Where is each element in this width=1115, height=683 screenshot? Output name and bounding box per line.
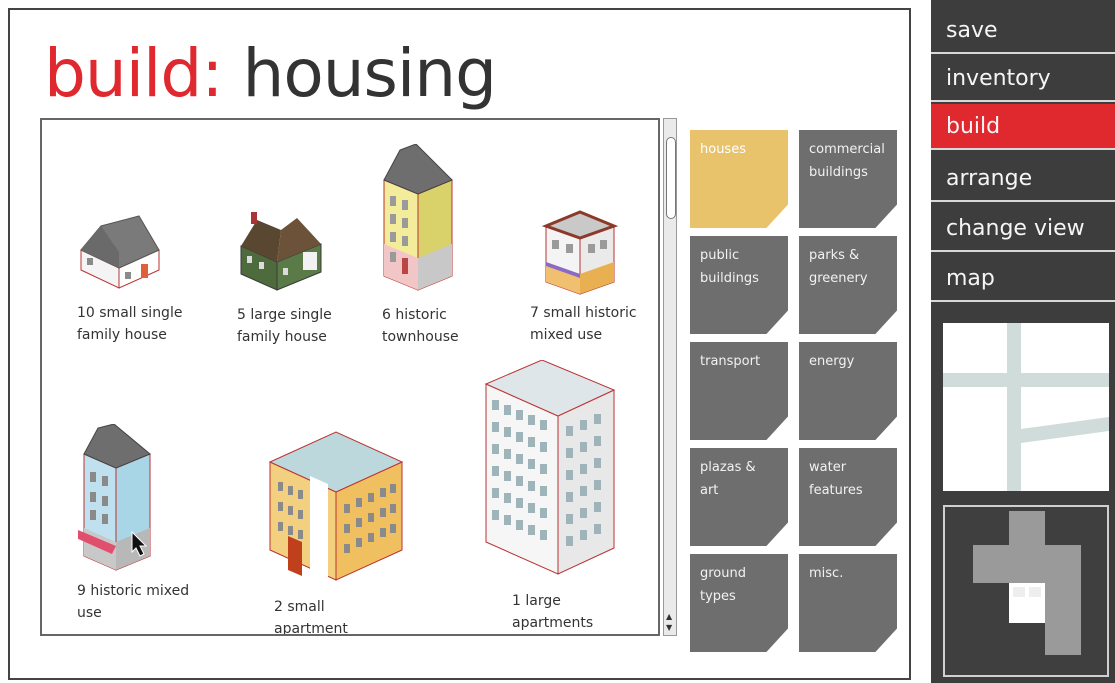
- item-label: 6 historic townhouse: [382, 307, 459, 345]
- small-apartment-icon: [268, 431, 404, 581]
- site-plan-preview[interactable]: [943, 505, 1109, 677]
- map-preview[interactable]: [943, 323, 1109, 491]
- title-rest: housing: [222, 35, 498, 112]
- item-label: 5 large single family house: [237, 307, 332, 345]
- gallery-item-small-apartment[interactable]: 2 small apartment: [242, 400, 442, 636]
- building-footprint-graphic: [945, 507, 1107, 675]
- scroll-up-arrow-icon[interactable]: ▲: [666, 612, 672, 621]
- category-ground-types[interactable]: ground types: [690, 554, 788, 652]
- gallery-item-historic-townhouse[interactable]: 6 historic townhouse: [342, 120, 482, 360]
- scroll-down-arrow-icon[interactable]: ▼: [666, 623, 672, 632]
- scroll-thumb[interactable]: [666, 137, 676, 219]
- small-historic-mixed-use-icon: [541, 210, 619, 295]
- category-houses[interactable]: houses: [690, 130, 788, 228]
- nav-map[interactable]: map: [931, 256, 1115, 302]
- large-apartments-icon: [484, 360, 616, 575]
- nav-arrange[interactable]: arrange: [931, 156, 1115, 202]
- nav-save[interactable]: save: [931, 8, 1115, 54]
- gallery-item-small-historic-mixed-use[interactable]: 7 small historic mixed use: [492, 120, 652, 360]
- nav-change-view[interactable]: change view: [931, 206, 1115, 252]
- item-label: 10 small single family house: [77, 305, 183, 343]
- category-water-features[interactable]: water features: [799, 448, 897, 546]
- category-parks-greenery[interactable]: parks & greenery: [799, 236, 897, 334]
- item-label: 9 historic mixed use: [77, 583, 190, 621]
- street-map-graphic: [943, 323, 1109, 491]
- gallery-item-historic-mixed-use[interactable]: 9 historic mixed use: [42, 410, 212, 634]
- gallery-item-large-apartments[interactable]: 1 large apartments: [462, 360, 652, 634]
- gallery-item-small-single-family-house[interactable]: 10 small single family house: [42, 120, 182, 360]
- item-label: 2 small apartment: [274, 599, 348, 636]
- category-energy[interactable]: energy: [799, 342, 897, 440]
- category-transport[interactable]: transport: [690, 342, 788, 440]
- nav-build[interactable]: build: [931, 104, 1115, 150]
- gallery-item-large-single-family-house[interactable]: 5 large single family house: [192, 120, 332, 360]
- historic-townhouse-icon: [383, 144, 453, 291]
- category-plazas-art[interactable]: plazas & art: [690, 448, 788, 546]
- category-public-buildings[interactable]: public buildings: [690, 236, 788, 334]
- building-gallery: 10 small single family house 5 large sin…: [40, 118, 660, 636]
- large-single-family-house-icon: [240, 212, 322, 291]
- category-commercial-buildings[interactable]: commercial buildings: [799, 130, 897, 228]
- category-misc[interactable]: misc.: [799, 554, 897, 652]
- small-single-family-house-icon: [80, 215, 160, 289]
- page-title: build: housing: [44, 34, 498, 114]
- historic-mixed-use-icon: [78, 424, 151, 571]
- title-accent: build:: [44, 35, 224, 112]
- nav-inventory[interactable]: inventory: [931, 56, 1115, 102]
- item-label: 1 large apartments: [512, 593, 594, 631]
- item-label: 7 small historic mixed use: [530, 305, 637, 343]
- gallery-scrollbar[interactable]: ▲ ▼: [663, 118, 677, 636]
